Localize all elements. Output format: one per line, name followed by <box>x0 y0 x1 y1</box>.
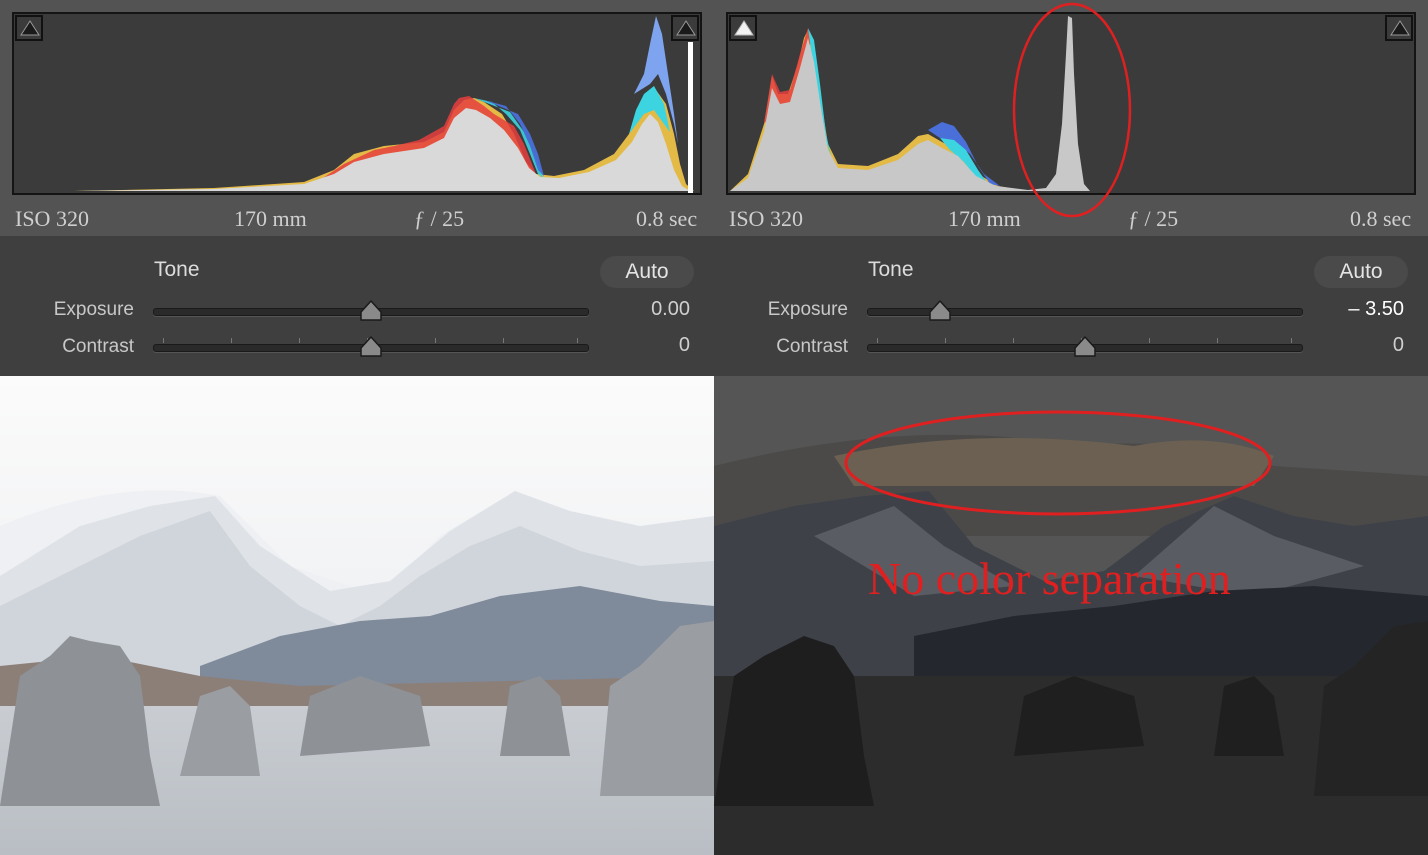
triangle-icon <box>734 20 754 36</box>
tone-section-right: Tone Auto Exposure – 3.50 Contrast 0 <box>714 236 1428 376</box>
slider-thumb-icon <box>1074 336 1096 357</box>
shadow-clipping-toggle[interactable] <box>729 15 757 41</box>
annotation-text: No color separation <box>868 553 1231 604</box>
landscape-image <box>714 376 1428 855</box>
triangle-icon <box>20 20 40 36</box>
focal-length-readout: 170 mm <box>234 206 307 231</box>
contrast-value[interactable]: 0 <box>1304 334 1404 357</box>
aperture-readout: ƒ / 25 <box>414 206 465 231</box>
triangle-icon <box>1390 20 1410 36</box>
highlight-clipping-toggle[interactable] <box>1385 15 1413 41</box>
aperture-readout: ƒ / 25 <box>1128 206 1179 231</box>
exposure-slider-thumb[interactable] <box>928 300 952 322</box>
highlight-clipping-toggle[interactable] <box>671 15 699 41</box>
contrast-slider-thumb[interactable] <box>1073 336 1097 358</box>
iso-readout: ISO 320 <box>729 206 803 231</box>
triangle-icon <box>676 20 696 36</box>
tone-section-left: Tone Auto Exposure 0.00 Contrast 0 <box>0 236 714 376</box>
landscape-image <box>0 376 714 855</box>
focal-length-readout: 170 mm <box>948 206 1021 231</box>
develop-panel-right: ISO 320 170 mm ƒ / 25 0.8 sec Tone Auto … <box>714 0 1428 376</box>
auto-tone-button[interactable]: Auto <box>1314 256 1408 288</box>
histogram-graph-right <box>730 16 1090 191</box>
shutter-readout: 0.8 sec <box>636 206 698 231</box>
exposure-value[interactable]: 0.00 <box>590 298 690 321</box>
histogram-right[interactable] <box>726 12 1416 195</box>
shutter-readout: 0.8 sec <box>1350 206 1412 231</box>
slider-thumb-icon <box>929 300 951 321</box>
iso-readout: ISO 320 <box>15 206 89 231</box>
exposure-label: Exposure <box>53 299 134 320</box>
contrast-value[interactable]: 0 <box>590 334 690 357</box>
tone-title: Tone <box>868 258 914 281</box>
photo-preview-bright <box>0 376 714 855</box>
exposure-label: Exposure <box>767 299 848 320</box>
histogram-left[interactable] <box>12 12 702 195</box>
slider-thumb-icon <box>360 336 382 357</box>
contrast-label: Contrast <box>776 336 848 357</box>
develop-panel-left: ISO 320 170 mm ƒ / 25 0.8 sec Tone Auto … <box>0 0 714 376</box>
tone-title: Tone <box>154 258 200 281</box>
histogram-graph-left <box>74 16 694 193</box>
exposure-value[interactable]: – 3.50 <box>1304 298 1404 321</box>
auto-tone-button[interactable]: Auto <box>600 256 694 288</box>
photo-preview-dark <box>714 376 1428 855</box>
contrast-slider-thumb[interactable] <box>359 336 383 358</box>
contrast-label: Contrast <box>62 336 134 357</box>
shadow-clipping-toggle[interactable] <box>15 15 43 41</box>
slider-thumb-icon <box>360 300 382 321</box>
exposure-slider-thumb[interactable] <box>359 300 383 322</box>
